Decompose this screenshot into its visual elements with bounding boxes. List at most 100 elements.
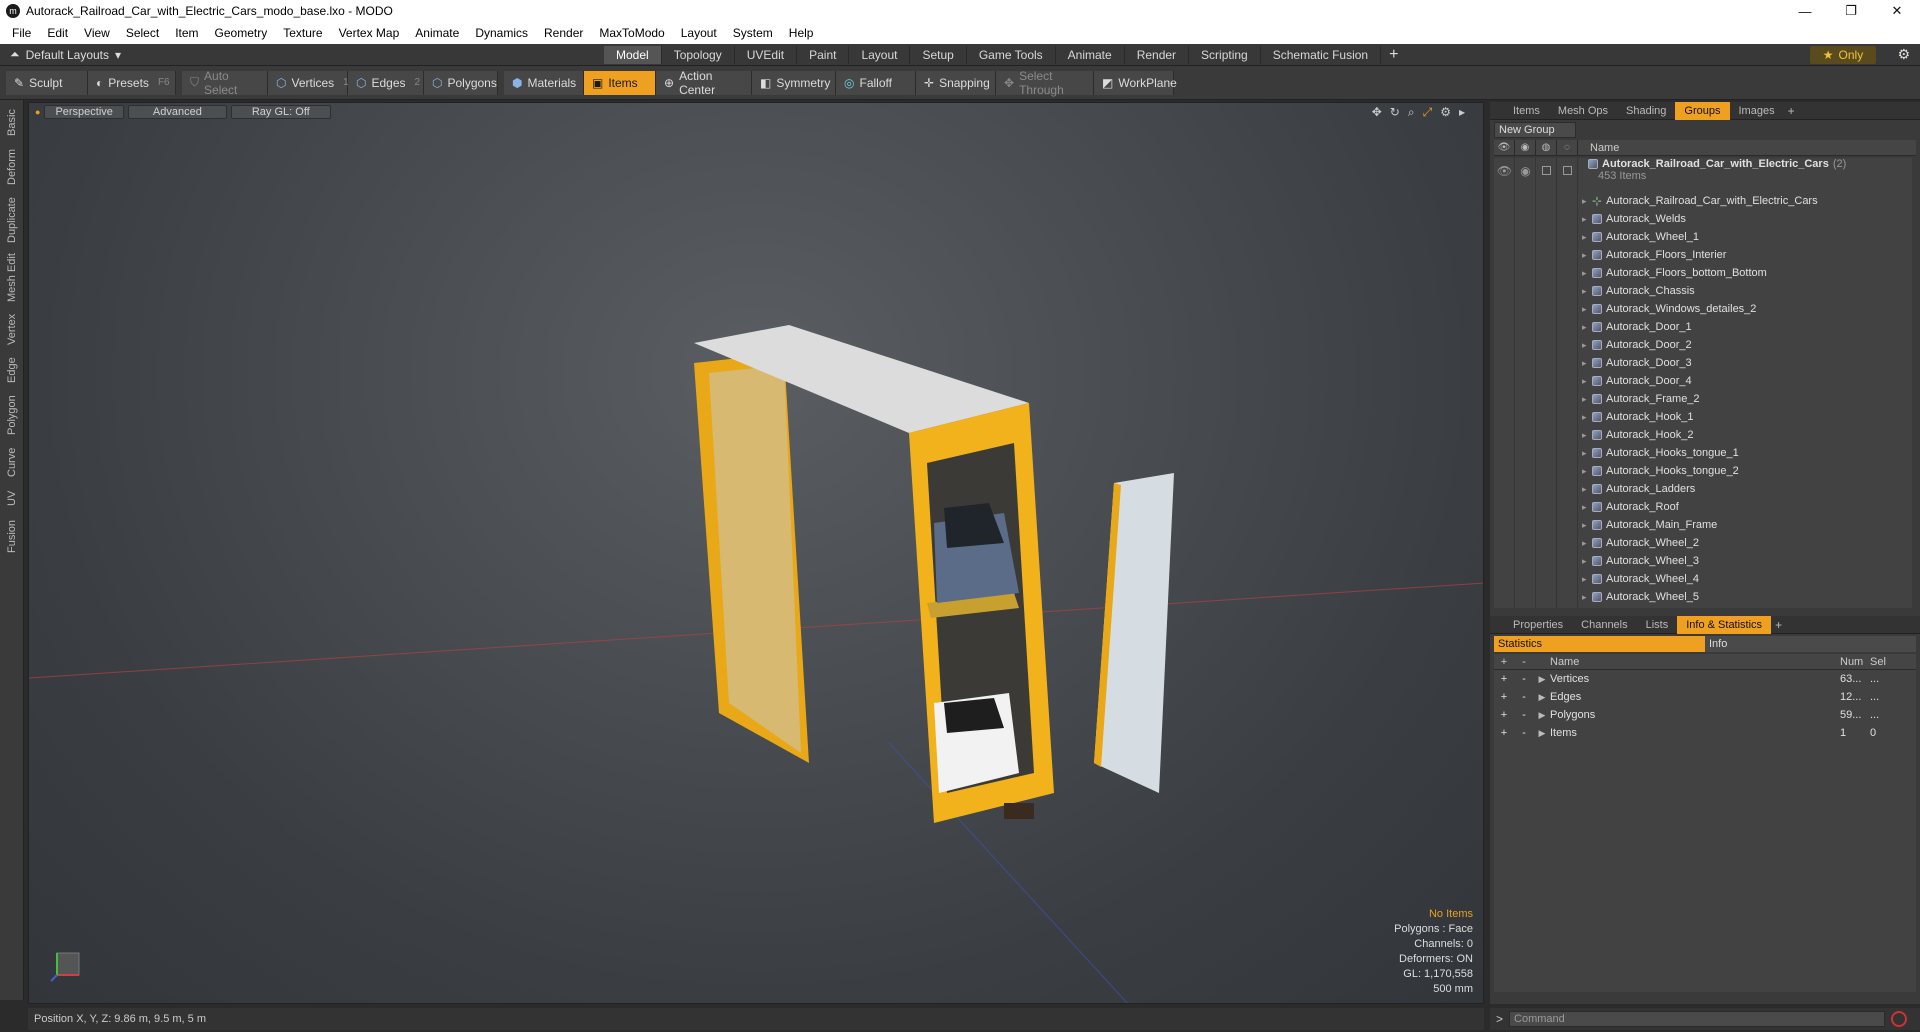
tab-items[interactable]: Items [1504,102,1549,120]
tree-row[interactable]: ▸ Autorack_Welds [1494,210,1912,228]
sculpt-button[interactable]: ✎ Sculpt [6,70,88,95]
minus-icon[interactable]: - [1514,691,1534,703]
select-column-icon[interactable]: ◌ [1557,139,1578,156]
vtab-polygon[interactable]: Polygon [3,392,21,438]
expand-icon[interactable]: ▸ [1582,340,1592,351]
expand-icon[interactable]: ▸ [1582,520,1592,531]
tree-row[interactable]: ▸ Autorack_Wheel_2 [1494,534,1912,552]
expand-icon[interactable]: ▸ [1582,286,1592,297]
menu-layout[interactable]: Layout [673,22,725,44]
vtab-uv[interactable]: UV [3,486,21,510]
group-eye-icon[interactable]: 👁 [1494,164,1515,178]
expand-all-icon[interactable]: + [1494,656,1514,668]
menu-select[interactable]: Select [118,22,167,44]
lock-column-icon[interactable]: ◍ [1536,139,1557,156]
vtab-edge[interactable]: Edge [3,354,21,386]
expand-icon[interactable]: ▸ [1582,556,1592,567]
auto-select-button[interactable]: ⛉ Auto Select [182,69,268,97]
tab-channels[interactable]: Channels [1572,616,1636,634]
tab-info-statistics[interactable]: Info & Statistics [1677,615,1772,634]
menu-edit[interactable]: Edit [39,22,76,44]
minimize-icon[interactable]: — [1782,0,1828,22]
tab-schematic-fusion[interactable]: Schematic Fusion [1261,46,1382,64]
expand-icon[interactable]: ▸ [1582,268,1592,279]
group-select-checkbox[interactable] [1557,166,1578,175]
add-panel-tab-icon[interactable]: + [1788,104,1795,118]
group-lock-checkbox[interactable] [1536,166,1557,175]
expand-icon[interactable]: ▸ [1582,412,1592,423]
tab-render[interactable]: Render [1125,46,1190,64]
layout-preset-dropdown[interactable]: ⏶ Default Layouts ▾ [10,47,121,62]
expand-icon[interactable]: ▸ [1582,592,1592,603]
stats-row[interactable]: + - ▶ Items 1 0 [1494,724,1916,742]
fit-view-icon[interactable]: ⤢ [1423,105,1433,120]
tree-row[interactable]: ▸ Autorack_Wheel_1 [1494,228,1912,246]
expand-icon[interactable]: ▸ [1582,484,1592,495]
expand-icon[interactable]: ▶ [1534,674,1550,685]
tree-row[interactable]: ▸ Autorack_Hook_1 [1494,408,1912,426]
stats-row[interactable]: + - ▶ Polygons 59... ... [1494,706,1916,724]
minus-icon[interactable]: - [1514,709,1534,721]
menu-texture[interactable]: Texture [275,22,330,44]
expand-icon[interactable]: ▸ [1582,502,1592,513]
menu-file[interactable]: File [4,22,39,44]
tab-shading[interactable]: Shading [1617,102,1675,120]
items-button[interactable]: ▣ Items [584,70,656,95]
subtab-statistics[interactable]: Statistics [1494,636,1705,652]
tree-row[interactable]: ▸ Autorack_Wheel_4 [1494,570,1912,588]
tree-row[interactable]: ▸ Autorack_Ladders [1494,480,1912,498]
expand-icon[interactable]: ▸ [1582,448,1592,459]
expand-icon[interactable]: ▸ [1582,574,1592,585]
groups-tree[interactable]: 👁 ◉ Autorack_Railroad_Car_with_Electric_… [1494,158,1912,608]
expand-icon[interactable]: ▸ [1582,430,1592,441]
tab-images[interactable]: Images [1730,102,1784,120]
3d-viewport[interactable]: ● Perspective Advanced Ray GL: Off ✥ ↻ ⌕… [28,102,1484,1004]
menu-system[interactable]: System [725,22,781,44]
tab-game-tools[interactable]: Game Tools [967,46,1056,64]
subtab-info[interactable]: Info [1705,636,1916,652]
tree-row[interactable]: ▸ Autorack_Windows_detailes_2 [1494,300,1912,318]
tree-row[interactable]: ▸ Autorack_Hook_2 [1494,426,1912,444]
symmetry-button[interactable]: ◧ Symmetry [752,70,836,95]
tab-uvedit[interactable]: UVEdit [735,46,798,64]
zoom-icon[interactable]: ⌕ [1408,105,1415,120]
new-group-button[interactable]: New Group [1494,122,1576,138]
edges-button[interactable]: ⬡ Edges 2 [348,70,424,95]
tree-row[interactable]: ▸ Autorack_Roof [1494,498,1912,516]
tab-model[interactable]: Model [604,46,662,64]
tree-row[interactable]: ▸ Autorack_Door_2 [1494,336,1912,354]
tab-scripting[interactable]: Scripting [1189,46,1261,64]
tree-row[interactable]: ▸ Autorack_Door_1 [1494,318,1912,336]
tree-row[interactable]: ▸ Autorack_Floors_bottom_Bottom [1494,264,1912,282]
menu-view[interactable]: View [76,22,118,44]
falloff-button[interactable]: ◎ Falloff [836,70,916,95]
render-column-icon[interactable]: ◉ [1515,139,1536,156]
workplane-button[interactable]: ◩ WorkPlane [1094,70,1177,95]
group-render-icon[interactable]: ◉ [1515,164,1536,178]
expand-icon[interactable]: ▶ [1534,710,1550,721]
rotate-view-icon[interactable]: ↻ [1390,105,1400,120]
restore-icon[interactable]: ❐ [1828,0,1874,22]
tab-properties[interactable]: Properties [1504,616,1572,634]
tree-row-locator[interactable]: ▸ ⊹ Autorack_Railroad_Car_with_Electric_… [1494,192,1912,210]
tree-row[interactable]: ▸ Autorack_Hooks_tongue_2 [1494,462,1912,480]
raygl-button[interactable]: Ray GL: Off [230,105,331,119]
tab-animate[interactable]: Animate [1056,46,1125,64]
expand-icon[interactable]: ▸ [1582,250,1592,261]
expand-icon[interactable]: ▸ [1582,214,1592,225]
visibility-column-icon[interactable]: 👁 [1494,139,1515,156]
tree-row[interactable]: ▸ Autorack_Main_Frame [1494,516,1912,534]
add-tab-icon[interactable]: + [1389,46,1398,64]
menu-help[interactable]: Help [781,22,822,44]
expand-icon[interactable]: ▸ [1582,466,1592,477]
tab-setup[interactable]: Setup [910,46,967,64]
vtab-mesh-edit[interactable]: Mesh Edit [3,252,21,304]
stats-row[interactable]: + - ▶ Edges 12... ... [1494,688,1916,706]
snapping-button[interactable]: ✛ Snapping [916,70,996,95]
polygons-button[interactable]: ⬡ Polygons [424,70,498,95]
tree-row[interactable]: ▸ Autorack_Door_4 [1494,372,1912,390]
tab-lists[interactable]: Lists [1637,616,1678,634]
plus-icon[interactable]: + [1494,691,1514,703]
tree-row[interactable]: ▸ Autorack_Wheel_5 [1494,588,1912,606]
expand-icon[interactable]: ▶ [1534,728,1550,739]
